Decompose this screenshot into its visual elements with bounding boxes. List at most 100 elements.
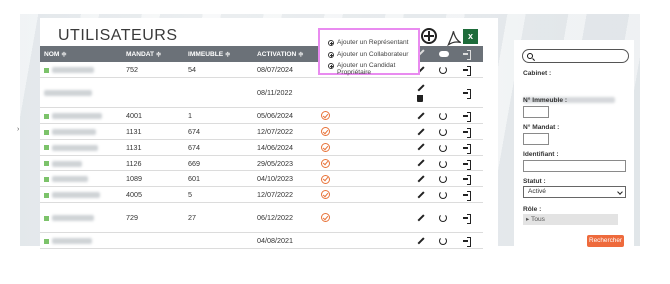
search-input[interactable] — [535, 51, 625, 61]
cell-mandat — [122, 77, 184, 109]
excel-export-icon[interactable]: x — [463, 29, 478, 44]
plus-circle-icon — [328, 63, 334, 69]
col-header-sync — [435, 46, 459, 62]
immeuble-label: N° Immeuble : — [523, 97, 568, 104]
identifiant-input[interactable] — [523, 160, 626, 172]
table-row[interactable]: 1131 674 12/07/2022 — [40, 123, 483, 140]
add-menu-dropdown: Ajouter un Représentant Ajouter un Colla… — [318, 28, 420, 75]
role-tree[interactable]: ▸ Tous — [523, 214, 618, 225]
check-circle-icon — [321, 174, 330, 184]
table-row[interactable]: 4005 5 12/07/2022 — [40, 186, 483, 204]
col-header-activation[interactable]: ACTIVATION ≑ — [253, 46, 317, 62]
cell-mandat: 4005 — [122, 186, 184, 204]
edit-pencil-icon[interactable] — [417, 144, 424, 151]
statut-select[interactable]: Activé — [523, 186, 626, 198]
menu-item-label: Ajouter un Représentant — [337, 39, 409, 46]
cell-l — [317, 107, 334, 125]
cabinet-label: Cabinet : — [523, 70, 552, 77]
col-header-nom[interactable]: NOM ≑ — [40, 46, 122, 62]
search-icon — [527, 53, 533, 59]
table-row[interactable]: 1131 674 14/06/2024 — [40, 139, 483, 156]
cell-login — [459, 139, 483, 156]
edit-pencil-icon[interactable] — [417, 129, 424, 136]
page-title: UTILISATEURS — [58, 27, 178, 44]
sign-in-icon[interactable] — [463, 159, 471, 170]
menu-item-add-candidat[interactable]: Ajouter un Candidat Propriétaire — [328, 62, 398, 76]
mandat-input[interactable] — [523, 133, 549, 145]
table-row[interactable]: 04/08/2021 — [40, 232, 483, 249]
col-header-immeuble[interactable]: IMMEUBLE ≑ — [184, 46, 253, 62]
sign-in-icon[interactable] — [463, 89, 471, 100]
cell-spacer — [334, 186, 413, 204]
search-button[interactable]: Rechercher — [587, 235, 624, 247]
sign-in-icon[interactable] — [463, 191, 471, 202]
table-row[interactable]: 08/11/2022 — [40, 77, 483, 109]
sync-icon[interactable] — [439, 214, 447, 223]
sync-icon[interactable] — [439, 143, 447, 152]
sync-icon[interactable] — [439, 191, 447, 200]
edit-pencil-icon[interactable] — [417, 176, 424, 183]
sync-icon[interactable] — [439, 237, 447, 246]
cell-sync — [435, 170, 459, 188]
status-dot — [44, 238, 49, 244]
sync-icon[interactable] — [439, 159, 447, 168]
sync-icon[interactable] — [439, 112, 447, 121]
immeuble-input[interactable] — [523, 106, 549, 118]
sign-in-icon[interactable] — [463, 214, 471, 225]
edit-pencil-icon[interactable] — [417, 160, 424, 167]
cell-login — [459, 170, 483, 188]
cell-sync — [435, 123, 459, 140]
acrobat-icon[interactable] — [445, 29, 463, 47]
menu-item-add-representant[interactable]: Ajouter un Représentant — [328, 39, 409, 47]
status-dot — [44, 67, 49, 73]
cell-edit — [413, 107, 435, 125]
sync-icon[interactable] — [439, 175, 447, 184]
edit-pencil-icon[interactable] — [417, 192, 424, 199]
cell-nom — [40, 155, 122, 172]
sync-icon[interactable] — [439, 66, 447, 75]
status-dot — [44, 215, 49, 221]
cell-mandat: 1089 — [122, 170, 184, 188]
table-row[interactable]: 1126 669 29/05/2023 — [40, 155, 483, 172]
cell-l — [317, 123, 334, 140]
cell-mandat: 1131 — [122, 139, 184, 156]
cell-l — [317, 232, 334, 249]
cell-edit — [413, 186, 435, 204]
cell-login — [459, 202, 483, 234]
add-user-icon[interactable] — [421, 28, 437, 44]
col-header-mandat[interactable]: MANDAT ≑ — [122, 46, 184, 62]
filter-panel: Cabinet : N° Immeuble : N° Mandat : Iden… — [514, 40, 634, 250]
cell-activation: 04/10/2023 — [253, 170, 317, 188]
sign-in-icon[interactable] — [463, 237, 471, 248]
cell-spacer — [334, 77, 413, 109]
sign-in-icon[interactable] — [463, 128, 471, 139]
statut-selected-value: Activé — [528, 188, 546, 195]
cell-activation: 08/11/2022 — [253, 77, 317, 109]
cell-immeuble: 54 — [184, 62, 253, 79]
table-row[interactable]: 4001 1 05/06/2024 — [40, 107, 483, 125]
sign-in-icon[interactable] — [463, 112, 471, 123]
cell-nom — [40, 202, 122, 234]
edit-pencil-icon[interactable] — [417, 85, 424, 92]
edit-pencil-icon[interactable] — [417, 215, 424, 222]
sign-in-icon[interactable] — [463, 175, 471, 186]
cell-login — [459, 155, 483, 172]
search-field[interactable] — [522, 49, 629, 63]
table-row[interactable]: 1089 601 04/10/2023 — [40, 170, 483, 188]
sign-in-icon[interactable] — [463, 143, 471, 154]
cell-edit — [413, 170, 435, 188]
cell-activation: 12/07/2022 — [253, 186, 317, 204]
cell-nom — [40, 232, 122, 249]
table-row[interactable]: 729 27 06/12/2022 — [40, 202, 483, 234]
cell-activation: 14/06/2024 — [253, 139, 317, 156]
trash-icon[interactable] — [417, 95, 423, 103]
cell-l — [317, 77, 334, 109]
cell-spacer — [334, 155, 413, 172]
menu-item-add-collaborateur[interactable]: Ajouter un Collaborateur — [328, 51, 408, 59]
cell-login — [459, 77, 483, 109]
cell-immeuble — [184, 232, 253, 249]
sync-icon[interactable] — [439, 128, 447, 137]
sign-in-icon[interactable] — [463, 66, 471, 77]
edit-pencil-icon[interactable] — [417, 238, 424, 245]
edit-pencil-icon[interactable] — [417, 113, 424, 120]
